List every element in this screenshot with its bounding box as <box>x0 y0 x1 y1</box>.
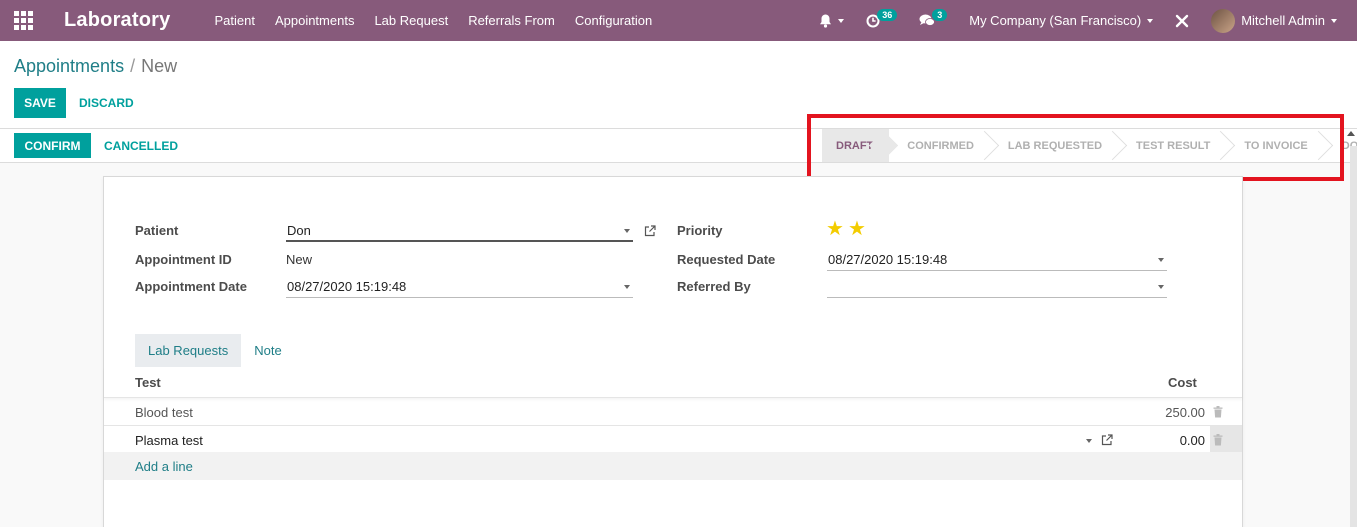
appointment-date-value: 08/27/2020 15:19:48 <box>287 279 407 294</box>
column-cost[interactable]: Cost <box>1168 375 1197 390</box>
referred-by-label: Referred By <box>677 279 751 294</box>
menu-patient[interactable]: Patient <box>214 13 254 28</box>
tools-icon <box>1175 14 1189 27</box>
external-link-icon[interactable] <box>644 225 656 237</box>
apps-menu-icon[interactable] <box>0 0 46 41</box>
tab-note[interactable]: Note <box>241 334 294 367</box>
external-link-icon[interactable] <box>1101 434 1113 446</box>
breadcrumb: Appointments / New <box>14 56 177 77</box>
tab-lab-requests[interactable]: Lab Requests <box>135 334 242 367</box>
row-test: Blood test <box>135 405 193 420</box>
message-count-badge: 3 <box>932 8 948 21</box>
debug-tools[interactable] <box>1175 14 1189 28</box>
user-name: Mitchell Admin <box>1241 13 1325 28</box>
avatar <box>1211 8 1236 33</box>
company-name: My Company (San Francisco) <box>969 13 1142 28</box>
add-line-row: Add a line <box>104 452 1242 480</box>
activities-menu[interactable]: 36 <box>866 8 898 28</box>
requested-date-label: Requested Date <box>677 252 776 267</box>
save-button[interactable]: SAVE <box>14 88 66 118</box>
appointment-date-field[interactable]: 08/27/2020 15:19:48 <box>286 276 633 298</box>
add-line-link[interactable]: Add a line <box>135 459 193 474</box>
chevron-down-icon <box>624 229 630 233</box>
bell-icon <box>820 14 832 28</box>
menu-appointments[interactable]: Appointments <box>275 13 355 28</box>
column-test[interactable]: Test <box>135 375 161 390</box>
patient-value: Don <box>287 222 311 238</box>
form-sheet: Patient Don Appointment ID New Appointme… <box>103 176 1243 527</box>
priority-label: Priority <box>677 223 723 238</box>
row-cost: 250.00 <box>1165 405 1205 420</box>
cancelled-button[interactable]: CANCELLED <box>104 139 178 153</box>
trash-icon[interactable] <box>1213 406 1223 418</box>
priority-star-2-icon[interactable]: ★ <box>848 219 866 239</box>
breadcrumb-current: New <box>141 56 178 76</box>
discard-button[interactable]: DISCARD <box>79 96 134 110</box>
user-menu[interactable]: Mitchell Admin <box>1211 8 1337 33</box>
chevron-down-icon <box>1147 18 1154 23</box>
patient-label: Patient <box>135 223 179 238</box>
trash-icon[interactable] <box>1213 434 1223 446</box>
patient-field[interactable]: Don <box>286 220 633 242</box>
table-header: Test Cost <box>104 367 1242 398</box>
appointment-id-value: New <box>286 252 313 267</box>
appointment-date-label: Appointment Date <box>135 279 247 294</box>
chevron-down-icon[interactable] <box>1086 439 1092 443</box>
chevron-down-icon <box>1331 18 1337 23</box>
scrollbar[interactable] <box>1350 146 1357 527</box>
referred-by-field[interactable] <box>827 276 1167 298</box>
menu-configuration[interactable]: Configuration <box>575 13 652 28</box>
company-switcher[interactable]: My Company (San Francisco) <box>969 13 1154 28</box>
menu-lab-request[interactable]: Lab Request <box>374 13 448 28</box>
breadcrumb-appointments[interactable]: Appointments <box>14 56 124 76</box>
table-row[interactable]: Blood test 250.00 <box>104 398 1242 426</box>
chevron-down-icon <box>1158 258 1164 262</box>
row-cost[interactable]: 0.00 <box>1180 433 1205 448</box>
priority-star-1-icon[interactable]: ★ <box>826 219 844 239</box>
chevron-down-icon <box>838 18 845 23</box>
chevron-down-icon <box>1158 285 1164 289</box>
delete-cell[interactable] <box>1210 426 1242 453</box>
table-row-editing[interactable]: Plasma test 0.00 <box>104 426 1242 454</box>
breadcrumb-separator: / <box>130 56 136 76</box>
menu-referrals-from[interactable]: Referrals From <box>468 13 555 28</box>
top-navbar: Laboratory Patient Appointments Lab Requ… <box>0 0 1357 41</box>
activity-count-badge: 36 <box>877 8 898 21</box>
messages-menu[interactable]: 3 <box>919 8 948 27</box>
scroll-up-arrow-icon[interactable] <box>1347 131 1355 136</box>
row-test[interactable]: Plasma test <box>135 433 203 448</box>
requested-date-value: 08/27/2020 15:19:48 <box>828 252 948 267</box>
notebook-tabs: Lab Requests Note <box>135 334 295 367</box>
confirm-button[interactable]: CONFIRM <box>14 133 91 158</box>
requested-date-field[interactable]: 08/27/2020 15:19:48 <box>827 249 1167 271</box>
chevron-down-icon <box>624 285 630 289</box>
app-title: Laboratory <box>64 9 171 31</box>
appointment-id-label: Appointment ID <box>135 252 232 267</box>
notifications-menu[interactable] <box>819 14 845 28</box>
